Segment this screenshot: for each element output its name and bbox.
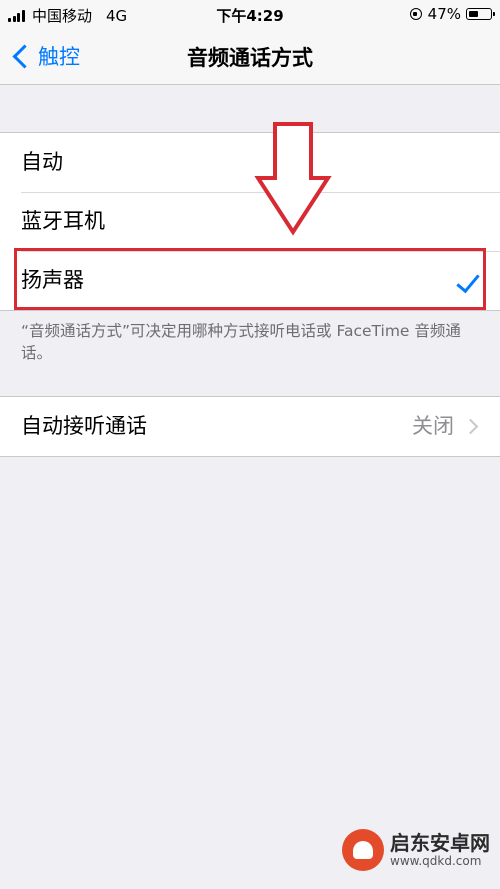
auto-answer-label: 自动接听通话 bbox=[21, 414, 147, 438]
status-bar: 中国移动 4G 下午4:29 47% bbox=[0, 0, 500, 28]
orientation-lock-icon bbox=[409, 8, 422, 20]
auto-answer-group: 自动接听通话 关闭 bbox=[0, 396, 500, 457]
status-right: 47% bbox=[409, 5, 495, 23]
option-label: 蓝牙耳机 bbox=[21, 209, 105, 233]
audio-routing-footer: “音频通话方式”可决定用哪种方式接听电话或 FaceTime 音频通话。 bbox=[21, 322, 461, 362]
site-watermark: 启东安卓网 www.qdkd.com bbox=[342, 829, 490, 871]
chevron-right-icon bbox=[462, 418, 479, 435]
option-bluetooth-headset[interactable]: 蓝牙耳机 bbox=[0, 192, 500, 251]
page-title: 音频通话方式 bbox=[187, 46, 313, 70]
battery-percent: 47% bbox=[427, 5, 461, 23]
auto-answer-value: 关闭 bbox=[412, 414, 454, 438]
option-speaker[interactable]: 扬声器 bbox=[0, 251, 500, 310]
checkmark-icon bbox=[456, 268, 480, 294]
navigation-bar: 触控 音频通话方式 bbox=[0, 28, 500, 85]
option-label: 扬声器 bbox=[21, 268, 84, 292]
option-label: 自动 bbox=[21, 150, 63, 174]
watermark-logo-icon bbox=[342, 829, 384, 871]
audio-routing-list: 自动 蓝牙耳机 扬声器 bbox=[0, 132, 500, 311]
auto-answer-row[interactable]: 自动接听通话 关闭 bbox=[0, 397, 500, 456]
watermark-name: 启东安卓网 bbox=[390, 831, 490, 855]
battery-icon bbox=[466, 8, 495, 20]
watermark-domain: www.qdkd.com bbox=[390, 854, 482, 868]
battery-level-fill bbox=[468, 10, 478, 17]
option-automatic[interactable]: 自动 bbox=[0, 133, 500, 192]
